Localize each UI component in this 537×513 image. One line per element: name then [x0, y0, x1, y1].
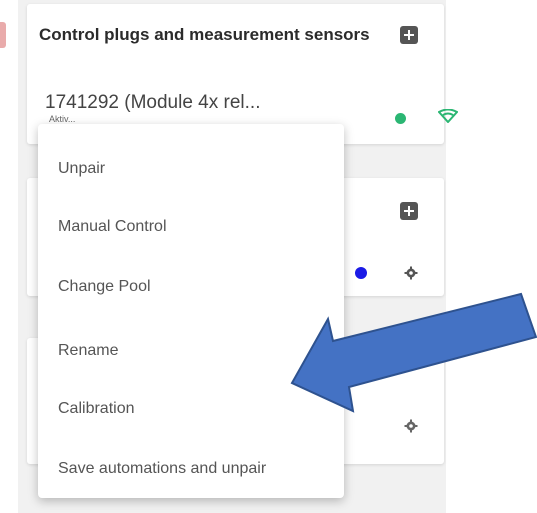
annotation-arrow: [290, 292, 537, 413]
arrow-shape: [290, 292, 537, 413]
